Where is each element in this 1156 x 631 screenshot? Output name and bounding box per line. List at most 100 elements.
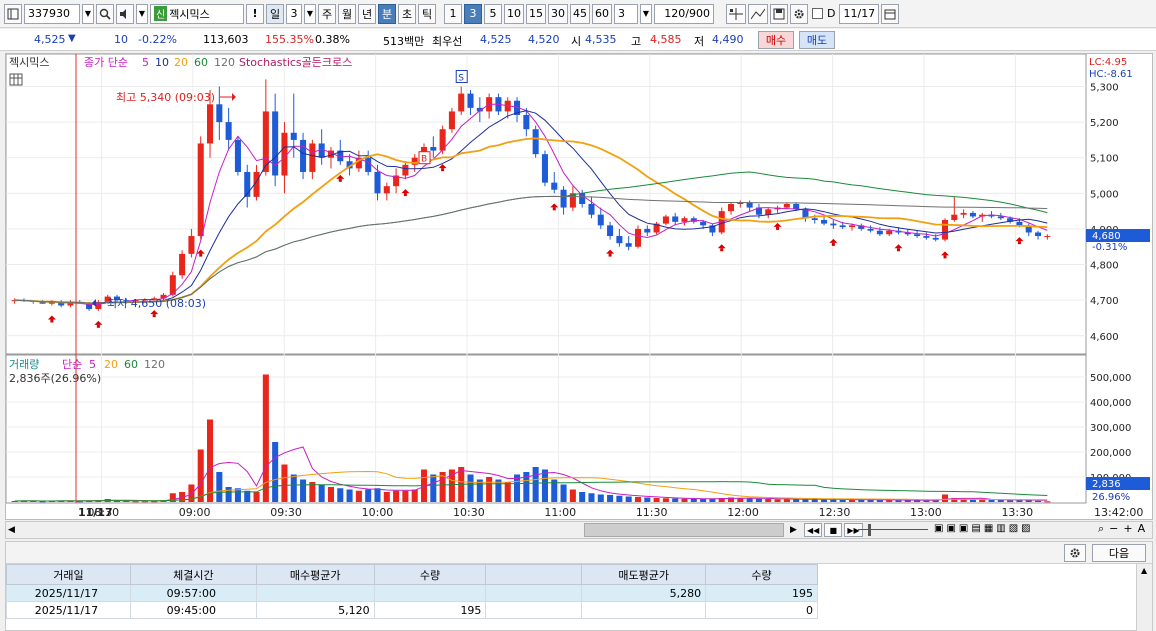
period-num-input[interactable]: 3 <box>286 3 302 24</box>
trade-history-panel: 다음 거래일 체결시간 매수평균가 수량 매도평균가 수량 2025/11/17… <box>5 541 1153 631</box>
date-checkbox[interactable] <box>812 8 823 19</box>
forward-icon[interactable]: ▶▶ <box>844 523 863 537</box>
signal-up-arrow-stem <box>403 193 407 197</box>
buy-button[interactable]: 매수 <box>758 31 794 49</box>
candle-body <box>951 214 958 221</box>
minute-15-button[interactable]: 15 <box>526 3 546 24</box>
volume-bar <box>402 490 409 502</box>
sell-button[interactable]: 매도 <box>799 31 835 49</box>
minute-5-button[interactable]: 5 <box>484 3 502 24</box>
table-row[interactable]: 2025/11/17 09:57:00 5,280 195 <box>6 584 818 602</box>
custom-minute-input[interactable]: 3 <box>614 3 638 24</box>
volume-bar <box>560 484 567 502</box>
signal-up-arrow-stem <box>776 226 780 230</box>
rewind-icon[interactable]: ◀◀ <box>804 523 823 537</box>
minute-10-button[interactable]: 10 <box>504 3 524 24</box>
interval-tick-button[interactable]: 틱 <box>418 3 436 24</box>
period-year-button[interactable]: 년 <box>358 3 376 24</box>
candle-body <box>541 154 548 183</box>
chart-area[interactable]: 5,3005,2005,1005,0004,9004,8004,7004,600… <box>5 53 1153 520</box>
table-scrollbar[interactable]: ▲ <box>1136 564 1152 631</box>
chart-tool-5-icon[interactable]: ▦ <box>984 523 993 534</box>
period-dropdown-arrow-icon[interactable]: ▼ <box>304 3 316 24</box>
signal-up-arrow-stem <box>199 253 203 257</box>
interval-second-button[interactable]: 초 <box>398 3 416 24</box>
stock-code-input[interactable]: 337930 <box>24 3 80 24</box>
candle-body <box>960 212 967 215</box>
volume-bar <box>774 499 781 502</box>
signal-up-arrow-stem <box>152 314 156 318</box>
minute-3-button[interactable]: 3 <box>464 3 482 24</box>
volume-bar <box>318 484 325 502</box>
chart-tool-6-icon[interactable]: ▥ <box>996 523 1005 534</box>
scroll-right-icon[interactable]: ▶ <box>790 525 797 535</box>
calendar-icon[interactable] <box>881 3 900 24</box>
volume-bar <box>690 499 697 502</box>
chart-tool-4-icon[interactable]: ▤ <box>971 523 980 534</box>
chart-tool-2-icon[interactable]: ▣ <box>946 523 955 534</box>
minute-60-button[interactable]: 60 <box>592 3 612 24</box>
settings-gear-icon[interactable] <box>790 3 808 24</box>
chart-tool-3-icon[interactable]: ▣ <box>959 523 968 534</box>
volume-bar <box>746 498 753 502</box>
stock-name-field[interactable]: 신 젝시믹스 <box>150 3 244 24</box>
zoom-slider-thumb[interactable] <box>868 524 871 536</box>
volume-last-pct: 26.96% <box>1092 492 1130 503</box>
volume-bar <box>662 498 669 502</box>
candle-body <box>383 186 390 194</box>
zoom-search-icon[interactable]: ⌕ <box>1098 522 1104 536</box>
table-scroll-up-icon[interactable]: ▲ <box>1141 566 1147 575</box>
custom-minute-dropdown-arrow-icon[interactable]: ▼ <box>640 3 652 24</box>
stop-icon[interactable]: ■ <box>824 523 843 537</box>
zoom-out-icon[interactable]: − <box>1109 522 1118 536</box>
candle-body <box>997 216 1004 219</box>
period-day-button[interactable]: 일 <box>266 3 284 24</box>
date-input[interactable]: 11/17 <box>839 3 880 24</box>
table-row[interactable]: 2025/11/17 09:45:00 5,120 195 0 <box>6 601 818 619</box>
chart-tool-7-icon[interactable]: ▧ <box>1009 523 1018 534</box>
ask-price: 4,525 <box>480 33 512 46</box>
warning-button[interactable]: ! <box>246 3 264 24</box>
cell-exec-time: 09:45:00 <box>129 601 257 619</box>
speaker-icon[interactable] <box>116 3 134 24</box>
scroll-thumb[interactable] <box>584 523 784 537</box>
minute-1-button[interactable]: 1 <box>444 3 462 24</box>
font-size-icon[interactable]: A <box>1138 522 1146 536</box>
indicator-label: Stochastics골든크로스 <box>239 56 352 69</box>
code-dropdown-arrow-icon[interactable]: ▼ <box>82 3 94 24</box>
table-toggle-icon[interactable] <box>9 73 23 86</box>
col-blank <box>485 564 583 585</box>
chart-scrollbar[interactable]: ◀ ▶ ◀◀ ■ ▶▶ ▣ ▣ ▣ ▤ ▦ ▥ ▧ ▨ ⌕ − + A <box>5 521 1153 539</box>
volume-bar <box>969 499 976 502</box>
minute-45-button[interactable]: 45 <box>570 3 590 24</box>
search-icon[interactable] <box>96 3 114 24</box>
scroll-left-icon[interactable]: ◀ <box>8 525 15 535</box>
chart-tool-8-icon[interactable]: ▨ <box>1021 523 1030 534</box>
save-icon[interactable] <box>770 3 788 24</box>
layout-icon[interactable] <box>4 3 22 24</box>
cell-sell-avg <box>581 601 707 619</box>
price-tick-label: 4,800 <box>1090 261 1119 272</box>
stock-chart[interactable]: 5,3005,2005,1005,0004,9004,8004,7004,600… <box>5 53 1152 519</box>
interval-minute-button[interactable]: 분 <box>378 3 396 24</box>
speaker-dropdown-arrow-icon[interactable]: ▼ <box>136 3 148 24</box>
zoom-in-icon[interactable]: + <box>1123 522 1132 536</box>
table-settings-gear-icon[interactable] <box>1064 544 1086 562</box>
volume-bar <box>374 488 381 502</box>
volume-bar <box>355 490 362 502</box>
volume-bar <box>244 490 251 502</box>
bar-count-input[interactable]: 120/900 <box>654 3 714 24</box>
ma120-label: 120 <box>214 56 235 69</box>
candle-body <box>681 218 688 222</box>
signal-up-arrow-stem <box>831 242 835 246</box>
trend-line-icon[interactable] <box>748 3 768 24</box>
period-week-button[interactable]: 주 <box>318 3 336 24</box>
crosshair-icon[interactable] <box>726 3 746 24</box>
minute-30-button[interactable]: 30 <box>548 3 568 24</box>
period-month-button[interactable]: 월 <box>338 3 356 24</box>
volume-tick-label: 300,000 <box>1090 423 1131 434</box>
chart-tool-1-icon[interactable]: ▣ <box>934 523 943 534</box>
volume-bar <box>793 499 800 502</box>
next-button[interactable]: 다음 <box>1092 544 1146 562</box>
candle-body <box>607 225 614 237</box>
